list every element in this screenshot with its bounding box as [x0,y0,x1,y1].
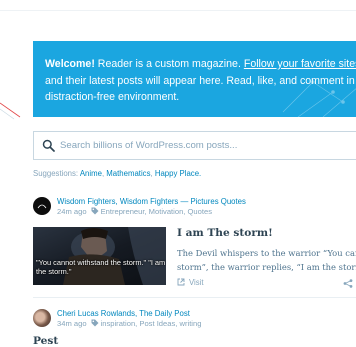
suggestion-anime[interactable]: Anime [80,169,102,178]
decorative-lines [0,102,21,120]
post-title[interactable]: Pest [33,335,58,347]
post-title[interactable]: I am The storm! [177,227,273,239]
post-thumbnail[interactable]: "You cannot withstand the storm." "I am … [33,227,166,285]
post-tags[interactable]: Entrepreneur, Motivation, Quotes [101,207,212,216]
post-excerpt[interactable]: The Devil whispers to the warrior “You c… [177,246,356,274]
site-name: Cheri Lucas Rowlands, The Daily Post [57,309,190,318]
visit-label: Visit [189,278,204,287]
post-meta: 34m ago inspiration, Post Ideas, writing [57,319,201,328]
avatar[interactable] [33,197,51,215]
welcome-text-2: and their latest posts will appear here.… [45,74,356,104]
visit-link[interactable]: Visit [177,278,204,287]
external-link-icon [177,278,185,286]
tag-icon [91,207,99,215]
top-bar-divider [0,10,356,11]
post-tags[interactable]: inspiration, Post Ideas, writing [101,319,202,328]
site-name: Wisdom Fighters, Wisdom Fighters — Pictu… [57,197,246,206]
post-time[interactable]: 24m ago [57,207,87,216]
welcome-banner: Welcome! Reader is a custom magazine. Fo… [33,41,356,117]
follow-sites-link[interactable]: Follow your favorite sites [244,58,356,70]
suggestions: Suggestions: Anime, Mathematics, Happy P… [33,169,201,178]
excerpt-line: storm”, the warrior replies, “I am the s… [177,262,356,272]
suggestion-happy-place[interactable]: Happy Place. [155,169,201,178]
tag-icon [91,319,99,327]
excerpt-line: The Devil whispers to the warrior “You c… [177,248,356,258]
search-box[interactable] [33,131,356,160]
search-input[interactable] [60,136,356,155]
post-divider [33,297,356,298]
post-meta: 24m ago Entrepreneur, Motivation, Quotes [57,207,212,216]
post-time[interactable]: 34m ago [57,319,87,328]
suggestions-label: Suggestions: [33,169,80,178]
welcome-heading: Welcome! [45,58,95,70]
suggestion-mathematics[interactable]: Mathematics [106,169,150,178]
avatar[interactable] [33,309,51,327]
thumbnail-caption: "You cannot withstand the storm." "I am … [36,258,166,276]
search-icon [42,139,55,152]
site-link[interactable]: Cheri Lucas Rowlands, The Daily Post [57,309,190,318]
site-link[interactable]: Wisdom Fighters, Wisdom Fighters — Pictu… [57,197,246,206]
top-bar [0,0,356,22]
welcome-text-1: Reader is a custom magazine. [94,58,244,70]
share-icon[interactable] [343,279,353,288]
welcome-text: Welcome! Reader is a custom magazine. Fo… [45,56,356,106]
